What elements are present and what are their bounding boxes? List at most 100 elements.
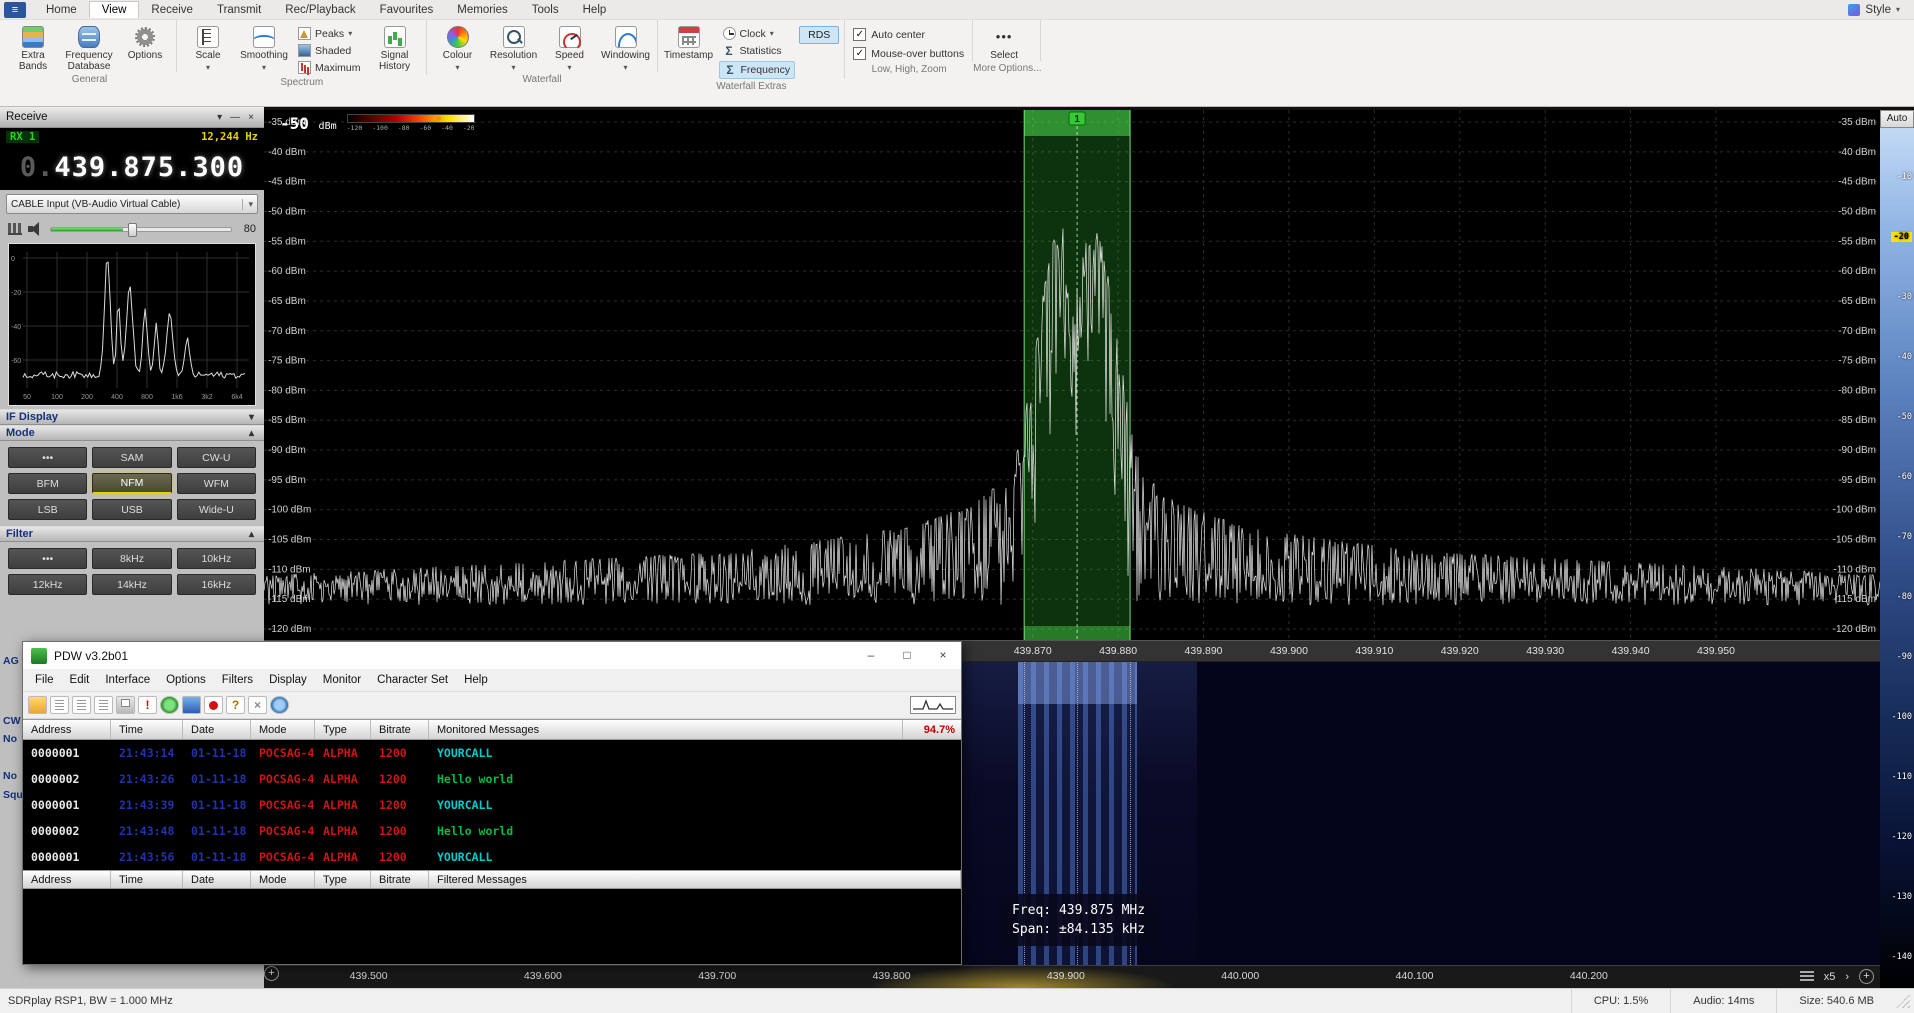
signal-history-button[interactable]: Signal History bbox=[369, 22, 421, 75]
speaker-icon[interactable] bbox=[28, 222, 44, 236]
pdw-column-header[interactable]: Type bbox=[315, 720, 371, 739]
ribbon-tab[interactable]: Tools bbox=[520, 2, 571, 18]
pdw-menu-item[interactable]: Edit bbox=[62, 672, 98, 688]
pdw-menu-item[interactable]: Character Set bbox=[369, 672, 456, 688]
pdw-column-header[interactable]: Bitrate bbox=[371, 720, 429, 739]
chevron-up-icon[interactable]: ▴ bbox=[245, 428, 258, 439]
pdw-column-header[interactable]: Type bbox=[315, 871, 371, 888]
panel-dropdown-icon[interactable]: ▾ bbox=[213, 112, 226, 123]
ribbon-tab[interactable]: Rec/Playback bbox=[273, 2, 367, 18]
receive-panel-header[interactable]: Receive ▾ — × bbox=[0, 107, 264, 128]
pdw-column-header[interactable]: Address bbox=[23, 871, 111, 888]
pdw-title-bar[interactable]: PDW v3.2b01 – □ × bbox=[23, 642, 961, 669]
auto-level-button[interactable]: Auto bbox=[1880, 110, 1914, 128]
monitor-icon[interactable] bbox=[182, 696, 201, 714]
scale-button[interactable]: Scale ▾ bbox=[182, 22, 234, 75]
clock-button[interactable]: Clock ▾ bbox=[719, 26, 796, 41]
paste-icon[interactable] bbox=[94, 696, 113, 714]
pdw-menu-item[interactable]: Options bbox=[158, 672, 214, 688]
pdw-message-row[interactable]: 0000001 21:43:14 01-11-18 POCSAG-4 ALPHA… bbox=[23, 740, 961, 766]
frequency-display[interactable]: 0. 439.875.300 bbox=[0, 145, 264, 190]
ribbon-tab[interactable]: Favourites bbox=[368, 2, 446, 18]
band-overview-scale[interactable]: + 439.500439.600439.700439.800439.900440… bbox=[264, 965, 1880, 988]
spectrum-display[interactable]: -35 dBm-35 dBm-40 dBm-40 dBm-45 dBm-45 d… bbox=[264, 110, 1880, 640]
pdw-menu-item[interactable]: File bbox=[27, 672, 62, 688]
filter-toggle-icon[interactable] bbox=[248, 696, 267, 714]
pdw-menu-item[interactable]: Help bbox=[456, 672, 496, 688]
pdw-filtered-messages-header[interactable]: Filtered Messages bbox=[429, 871, 961, 888]
peaks-button[interactable]: Peaks ▾ bbox=[294, 26, 365, 41]
zoom-in-icon[interactable]: + bbox=[264, 966, 279, 981]
minimize-button[interactable]: – bbox=[853, 642, 889, 669]
level-gradient-bar[interactable] bbox=[1880, 128, 1914, 988]
filter-section-header[interactable]: Filter ▴ bbox=[0, 526, 264, 542]
audio-input-select[interactable]: CABLE Input (VB-Audio Virtual Cable) ▾ bbox=[6, 194, 258, 214]
pdw-column-header[interactable]: Mode bbox=[251, 871, 315, 888]
scroll-right-icon[interactable]: › bbox=[1845, 971, 1849, 983]
log-file-icon[interactable] bbox=[50, 696, 69, 714]
pdw-message-row[interactable]: 0000002 21:43:26 01-11-18 POCSAG-4 ALPHA… bbox=[23, 766, 961, 792]
open-folder-icon[interactable] bbox=[28, 696, 47, 714]
pdw-column-header[interactable]: Address bbox=[23, 720, 111, 739]
frequency-database-button[interactable]: Frequency Database bbox=[63, 22, 115, 72]
pdw-menu-item[interactable]: Monitor bbox=[315, 672, 369, 688]
close-button[interactable]: × bbox=[925, 642, 961, 669]
select-button[interactable]: ••• Select bbox=[978, 22, 1030, 61]
auto-center-checkbox[interactable]: ✓ Auto center bbox=[850, 26, 967, 43]
windowing-button[interactable]: Windowing ▾ bbox=[600, 22, 652, 72]
ribbon-tab[interactable]: Help bbox=[571, 2, 619, 18]
filter-button[interactable]: 12kHz bbox=[8, 574, 87, 595]
smoothing-button[interactable]: Smoothing ▾ bbox=[238, 22, 290, 75]
mode-button[interactable]: Wide-U bbox=[177, 499, 256, 520]
record-icon[interactable] bbox=[204, 696, 223, 714]
mode-button[interactable]: LSB bbox=[8, 499, 87, 520]
pdw-column-header[interactable]: Mode bbox=[251, 720, 315, 739]
speed-button[interactable]: Speed ▾ bbox=[544, 22, 596, 72]
mode-button[interactable]: USB bbox=[92, 499, 171, 520]
app-menu-icon[interactable]: ≡ bbox=[4, 2, 26, 18]
world-icon[interactable] bbox=[270, 696, 289, 714]
pdw-menu-item[interactable]: Interface bbox=[97, 672, 158, 688]
ribbon-tab[interactable]: Receive bbox=[139, 2, 205, 18]
shaded-button[interactable]: Shaded bbox=[294, 43, 365, 58]
mode-button[interactable]: CW-U bbox=[177, 447, 256, 468]
pdw-monitored-header[interactable]: AddressTimeDateModeTypeBitrate Monitored… bbox=[23, 719, 961, 740]
pdw-message-row[interactable]: 0000001 21:43:56 01-11-18 POCSAG-4 ALPHA… bbox=[23, 844, 961, 870]
alert-icon[interactable]: ! bbox=[138, 696, 157, 714]
timestamp-button[interactable]: Timestamp bbox=[663, 22, 715, 79]
network-globe-icon[interactable] bbox=[160, 696, 179, 714]
options-button[interactable]: Options bbox=[119, 22, 171, 72]
pdw-message-row[interactable]: 0000002 21:43:48 01-11-18 POCSAG-4 ALPHA… bbox=[23, 818, 961, 844]
pdw-column-header[interactable]: Date bbox=[183, 871, 251, 888]
filter-button[interactable]: 10kHz bbox=[177, 548, 256, 569]
ribbon-tab[interactable]: Memories bbox=[445, 2, 519, 18]
mode-section-header[interactable]: Mode ▴ bbox=[0, 425, 264, 441]
mode-button[interactable]: SAM bbox=[92, 447, 171, 468]
pdw-column-header[interactable]: Time bbox=[111, 871, 183, 888]
panel-collapse-icon[interactable]: — bbox=[226, 112, 244, 123]
pdw-menu-item[interactable]: Display bbox=[261, 672, 315, 688]
rds-toggle[interactable]: RDS bbox=[799, 26, 839, 44]
volume-slider-handle[interactable] bbox=[128, 223, 137, 237]
mouse-over-buttons-checkbox[interactable]: ✓ Mouse-over buttons bbox=[850, 45, 967, 62]
ribbon-tab[interactable]: Transmit bbox=[205, 2, 273, 18]
chevron-down-icon[interactable]: ▾ bbox=[245, 412, 258, 423]
panel-close-icon[interactable]: × bbox=[244, 112, 258, 123]
chevron-up-icon[interactable]: ▴ bbox=[245, 529, 258, 540]
pdw-window[interactable]: PDW v3.2b01 – □ × FileEditInterfaceOptio… bbox=[22, 641, 962, 965]
maximum-button[interactable]: Maximum bbox=[294, 60, 365, 75]
maximize-button[interactable]: □ bbox=[889, 642, 925, 669]
help-icon[interactable]: ? bbox=[226, 696, 245, 714]
palette-gradient-bar[interactable] bbox=[347, 114, 475, 123]
frequency-button[interactable]: Σ Frequency bbox=[719, 61, 796, 79]
statistics-button[interactable]: Σ Statistics bbox=[719, 43, 796, 59]
pdw-filtered-header[interactable]: AddressTimeDateModeTypeBitrate Filtered … bbox=[23, 870, 961, 889]
pdw-message-row[interactable]: 0000001 21:43:39 01-11-18 POCSAG-4 ALPHA… bbox=[23, 792, 961, 818]
pdw-monitored-messages-header[interactable]: Monitored Messages bbox=[429, 720, 903, 739]
scale-settings-icon[interactable] bbox=[1800, 971, 1814, 982]
colour-button[interactable]: Colour ▾ bbox=[432, 22, 484, 72]
level-meter-icon[interactable] bbox=[8, 223, 22, 235]
resize-grip[interactable] bbox=[1896, 994, 1910, 1008]
pdw-column-header[interactable]: Time bbox=[111, 720, 183, 739]
if-display-section-header[interactable]: IF Display ▾ bbox=[0, 409, 264, 425]
